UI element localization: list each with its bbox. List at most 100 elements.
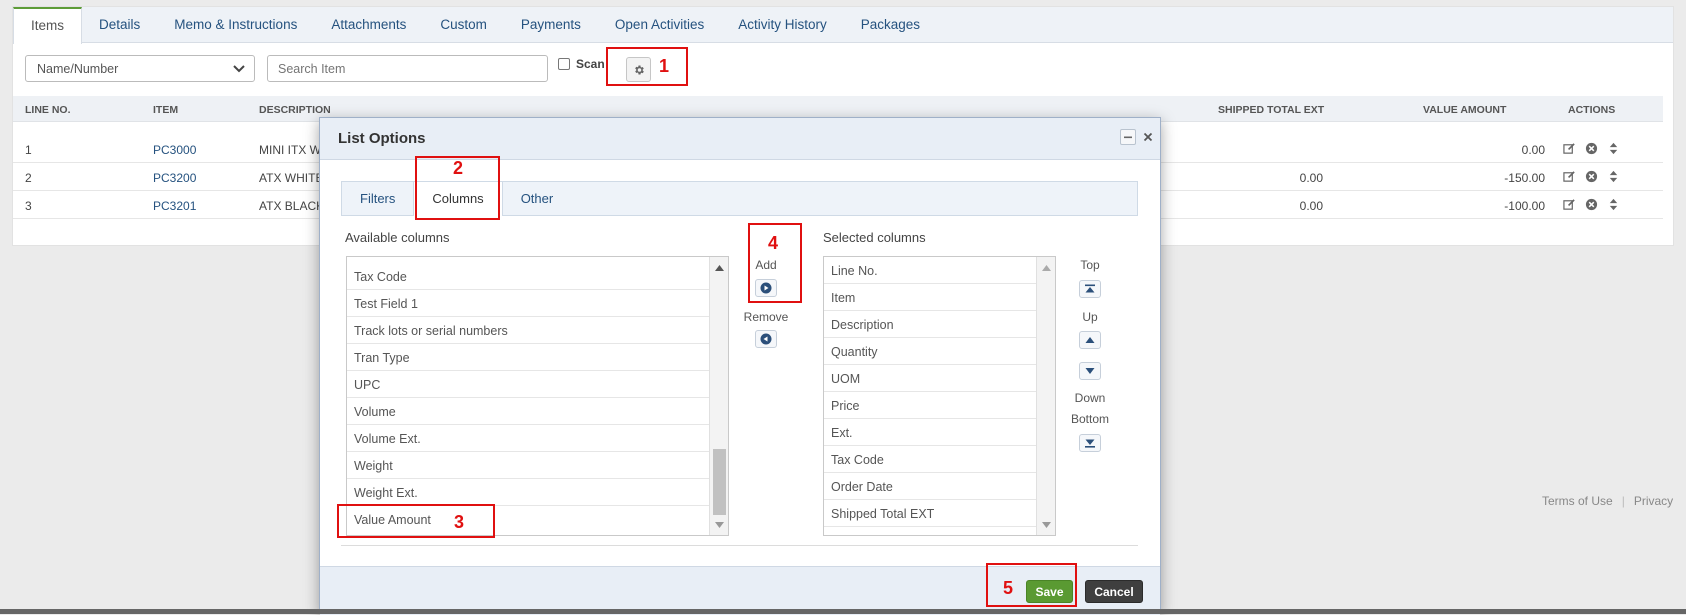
- annotation-number-5: 5: [1003, 578, 1014, 598]
- selected-columns-list[interactable]: Line No. Item Description Quantity UOM P…: [823, 256, 1056, 536]
- cell-value-amount: -100.00: [1504, 199, 1545, 213]
- list-item[interactable]: Description: [824, 311, 1037, 338]
- move-bottom-button[interactable]: [1079, 434, 1101, 452]
- list-item[interactable]: Tran Type: [347, 344, 710, 371]
- tab-other[interactable]: Other: [503, 182, 572, 215]
- scroll-up-icon[interactable]: [1041, 264, 1052, 272]
- selected-scrollbar[interactable]: [1036, 257, 1055, 535]
- tab-packages[interactable]: Packages: [844, 7, 937, 43]
- tab-filters[interactable]: Filters: [342, 182, 413, 215]
- minimize-icon: [1124, 136, 1132, 139]
- dialog-divider: [341, 545, 1138, 546]
- move-down-button[interactable]: [1079, 362, 1101, 380]
- cancel-button[interactable]: Cancel: [1085, 580, 1143, 603]
- remove-icon[interactable]: [1585, 170, 1598, 183]
- cell-item-link[interactable]: PC3201: [153, 199, 196, 213]
- list-item[interactable]: Volume Ext.: [347, 425, 710, 452]
- cell-description: ATX WHITE: [259, 171, 324, 185]
- window-bottom-edge: [0, 609, 1686, 614]
- col-header-line-no[interactable]: LINE NO.: [25, 104, 71, 116]
- tab-open-activities[interactable]: Open Activities: [598, 7, 721, 43]
- available-scrollbar[interactable]: [709, 257, 728, 535]
- annotation-box-1: [606, 47, 688, 86]
- privacy-link[interactable]: Privacy: [1634, 494, 1673, 508]
- scan-toggle[interactable]: Scan: [558, 57, 605, 71]
- col-header-description[interactable]: DESCRIPTION: [259, 104, 331, 116]
- list-item[interactable]: Volume: [347, 398, 710, 425]
- cell-description: ATX BLACK: [259, 199, 325, 213]
- tab-details[interactable]: Details: [82, 7, 157, 43]
- up-label: Up: [1082, 310, 1098, 324]
- list-item[interactable]: Order Date: [824, 473, 1037, 500]
- remove-column-button[interactable]: [755, 330, 777, 348]
- annotation-number-2: 2: [453, 158, 464, 178]
- tab-custom[interactable]: Custom: [423, 7, 504, 43]
- down-label: Down: [1074, 391, 1106, 405]
- move-icon[interactable]: [1607, 170, 1620, 183]
- list-item[interactable]: Tax Code: [824, 446, 1037, 473]
- move-icon[interactable]: [1607, 142, 1620, 155]
- remove-icon[interactable]: [1585, 198, 1598, 211]
- search-field-select-value: Name/Number: [37, 62, 119, 76]
- list-item[interactable]: Price: [824, 392, 1037, 419]
- col-header-value-amount[interactable]: VALUE AMOUNT: [1423, 104, 1506, 116]
- list-item[interactable]: Weight: [347, 452, 710, 479]
- move-up-icon: [1085, 337, 1095, 343]
- list-item[interactable]: Item: [824, 284, 1037, 311]
- annotation-box-5: [986, 563, 1077, 607]
- annotation-number-1: 1: [659, 56, 670, 76]
- list-item[interactable]: Line No.: [824, 257, 1037, 284]
- tab-memo-instructions[interactable]: Memo & Instructions: [157, 7, 314, 43]
- tab-payments[interactable]: Payments: [504, 7, 598, 43]
- search-item-input[interactable]: [267, 55, 548, 82]
- close-icon: [1143, 132, 1153, 142]
- scan-checkbox[interactable]: [558, 58, 570, 70]
- remove-label: Remove: [743, 310, 789, 324]
- annotation-number-3: 3: [454, 512, 465, 532]
- available-columns-list[interactable]: Tax Code Test Field 1 Track lots or seri…: [346, 256, 729, 536]
- list-item[interactable]: UOM: [824, 365, 1037, 392]
- list-item[interactable]: Weight Ext.: [347, 479, 710, 506]
- list-item[interactable]: Ext.: [824, 419, 1037, 446]
- cell-item-link[interactable]: PC3200: [153, 171, 196, 185]
- bottom-label: Bottom: [1070, 412, 1109, 426]
- scroll-up-icon[interactable]: [714, 264, 725, 272]
- dialog-title: List Options: [338, 130, 426, 147]
- move-icon[interactable]: [1607, 198, 1620, 211]
- scroll-down-icon[interactable]: [714, 521, 725, 529]
- cell-line-no: 2: [25, 171, 32, 185]
- tab-activity-history[interactable]: Activity History: [721, 7, 844, 43]
- remove-icon[interactable]: [1585, 142, 1598, 155]
- cell-shipped-total-ext: 0.00: [1299, 199, 1323, 213]
- list-item[interactable]: Shipped Total EXT: [824, 500, 1037, 527]
- col-header-shipped-total-ext[interactable]: SHIPPED TOTAL EXT: [1218, 104, 1324, 116]
- edit-icon[interactable]: [1563, 170, 1576, 183]
- list-item[interactable]: Test Field 1: [347, 290, 710, 317]
- list-item[interactable]: Track lots or serial numbers: [347, 317, 710, 344]
- move-top-button[interactable]: [1079, 280, 1101, 298]
- arrow-left-icon: [760, 333, 772, 345]
- list-item[interactable]: Quantity: [824, 338, 1037, 365]
- list-item[interactable]: Tax Code: [347, 263, 710, 290]
- cell-description: MINI ITX WI: [259, 143, 325, 157]
- terms-of-use-link[interactable]: Terms of Use: [1542, 494, 1613, 508]
- minimize-button[interactable]: [1120, 129, 1136, 145]
- col-header-item[interactable]: ITEM: [153, 104, 178, 116]
- edit-icon[interactable]: [1563, 198, 1576, 211]
- edit-icon[interactable]: [1563, 142, 1576, 155]
- move-down-icon: [1085, 368, 1095, 374]
- cell-shipped-total-ext: 0.00: [1299, 171, 1323, 185]
- cell-line-no: 1: [25, 143, 32, 157]
- move-bottom-icon: [1085, 439, 1095, 448]
- tab-attachments[interactable]: Attachments: [314, 7, 423, 43]
- available-columns-label: Available columns: [345, 230, 450, 245]
- tab-items[interactable]: Items: [13, 7, 83, 44]
- search-field-select[interactable]: Name/Number: [25, 55, 255, 82]
- list-item[interactable]: UPC: [347, 371, 710, 398]
- close-button[interactable]: [1140, 129, 1156, 145]
- scroll-thumb[interactable]: [713, 449, 726, 515]
- move-up-button[interactable]: [1079, 331, 1101, 349]
- top-label: Top: [1080, 258, 1100, 272]
- cell-item-link[interactable]: PC3000: [153, 143, 196, 157]
- scroll-down-icon[interactable]: [1041, 521, 1052, 529]
